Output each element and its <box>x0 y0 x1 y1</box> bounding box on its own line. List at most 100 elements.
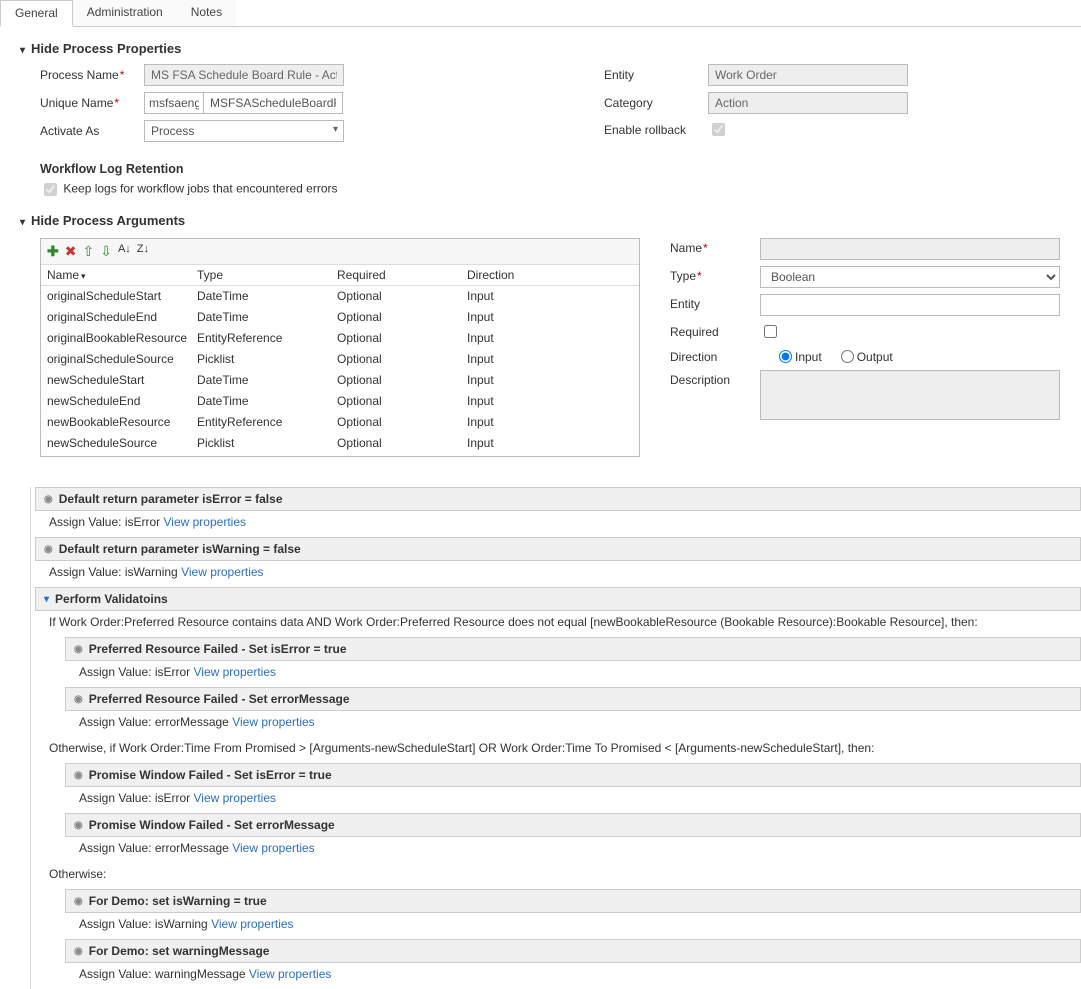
direction-input-radio[interactable] <box>779 350 792 363</box>
step-3a-detail: Assign Value: isError View properties <box>65 661 1081 687</box>
cell-required: Optional <box>337 373 467 387</box>
detail-name-label: Name* <box>670 238 760 255</box>
cell-name: originalScheduleSource <box>47 352 197 366</box>
view-properties-link[interactable]: View properties <box>211 917 294 931</box>
tab-notes[interactable]: Notes <box>177 0 236 26</box>
step-3-condition: If Work Order:Preferred Resource contain… <box>35 611 1081 637</box>
toggle-process-properties[interactable]: Hide Process Properties <box>20 41 1081 56</box>
table-row[interactable]: newBookableResourceEntityReferenceOption… <box>41 412 639 433</box>
argument-detail-panel: Name* Type* Boolean Entity Required Dire… <box>670 238 1081 426</box>
cell-direction: Input <box>467 373 587 387</box>
keep-logs-label: Keep logs for workflow jobs that encount… <box>63 182 337 196</box>
cell-direction: Input <box>467 289 587 303</box>
table-row[interactable]: newScheduleSourcePicklistOptionalInput <box>41 433 639 454</box>
tab-general[interactable]: General <box>0 0 73 27</box>
label-category: Category <box>604 96 708 110</box>
step-3d-header[interactable]: ◉Promise Window Failed - Set errorMessag… <box>65 813 1081 837</box>
cell-type: DateTime <box>197 373 337 387</box>
keep-logs-checkbox[interactable] <box>44 183 57 196</box>
step-2-header[interactable]: ◉Default return parameter isWarning = fa… <box>35 537 1081 561</box>
step-3c-detail: Assign Value: isError View properties <box>65 787 1081 813</box>
direction-output-label: Output <box>857 347 893 364</box>
step-3a-header[interactable]: ◉Preferred Resource Failed - Set isError… <box>65 637 1081 661</box>
col-required[interactable]: Required <box>337 268 467 282</box>
step-1-header[interactable]: ◉Default return parameter isError = fals… <box>35 487 1081 511</box>
add-icon[interactable]: ✚ <box>47 243 59 260</box>
bullet-icon: ◉ <box>74 770 83 781</box>
step-3-header[interactable]: ▾Perform Validatoins <box>35 587 1081 611</box>
table-row[interactable]: originalBookableResourceEntityReferenceO… <box>41 328 639 349</box>
table-row[interactable]: newScheduleEndDateTimeOptionalInput <box>41 391 639 412</box>
sort-desc-icon[interactable]: Z↓ <box>137 243 149 260</box>
view-properties-link[interactable]: View properties <box>232 715 315 729</box>
enable-rollback-checkbox[interactable] <box>712 123 725 136</box>
move-up-icon[interactable]: ⇧ <box>82 243 94 260</box>
cell-name: newScheduleStart <box>47 373 197 387</box>
label-enable-rollback: Enable rollback <box>604 123 708 137</box>
cell-direction: Input <box>467 436 587 450</box>
step-1-detail: Assign Value: isError View properties <box>35 511 1081 537</box>
process-name-input[interactable] <box>144 64 344 86</box>
view-properties-link[interactable]: View properties <box>232 841 315 855</box>
cell-direction: Input <box>467 415 587 429</box>
cell-direction: Input <box>467 310 587 324</box>
workflow-log-heading: Workflow Log Retention <box>40 162 1081 176</box>
view-properties-link[interactable]: View properties <box>194 791 277 805</box>
cell-type: DateTime <box>197 289 337 303</box>
cell-direction: Input <box>467 394 587 408</box>
bullet-icon: ◉ <box>74 644 83 655</box>
label-activate-as: Activate As <box>40 124 144 138</box>
activate-as-select[interactable]: Process <box>144 120 344 142</box>
delete-icon[interactable]: ✖ <box>65 243 77 260</box>
detail-type-label: Type* <box>670 266 760 283</box>
bullet-icon: ◉ <box>44 494 53 505</box>
toggle-process-arguments[interactable]: Hide Process Arguments <box>20 213 1081 228</box>
col-name[interactable]: Name▾ <box>47 268 197 282</box>
category-input <box>708 92 908 114</box>
arguments-toolbar: ✚ ✖ ⇧ ⇩ A↓ Z↓ <box>41 239 639 265</box>
step-3d-detail: Assign Value: errorMessage View properti… <box>65 837 1081 863</box>
detail-entity-input[interactable] <box>760 294 1060 316</box>
table-row[interactable]: originalScheduleStartDateTimeOptionalInp… <box>41 286 639 307</box>
detail-type-select[interactable]: Boolean <box>760 266 1060 288</box>
table-row[interactable]: isCreateBooleanOptionalInput <box>41 454 639 456</box>
cell-required: Optional <box>337 331 467 345</box>
detail-entity-label: Entity <box>670 294 760 311</box>
tab-administration[interactable]: Administration <box>73 0 177 26</box>
step-2-detail: Assign Value: isWarning View properties <box>35 561 1081 587</box>
unique-name-input[interactable] <box>203 92 343 114</box>
step-3b-header[interactable]: ◉Preferred Resource Failed - Set errorMe… <box>65 687 1081 711</box>
step-3f-detail: Assign Value: warningMessage View proper… <box>65 963 1081 989</box>
step-3f-header[interactable]: ◉For Demo: set warningMessage <box>65 939 1081 963</box>
direction-output-radio[interactable] <box>841 350 854 363</box>
step-3c-header[interactable]: ◉Promise Window Failed - Set isError = t… <box>65 763 1081 787</box>
unique-name-prefix[interactable] <box>144 92 204 114</box>
direction-input-label: Input <box>795 347 822 364</box>
cell-required: Optional <box>337 394 467 408</box>
cell-required: Optional <box>337 352 467 366</box>
view-properties-link[interactable]: View properties <box>194 665 277 679</box>
step-3b-detail: Assign Value: errorMessage View properti… <box>65 711 1081 737</box>
table-row[interactable]: originalScheduleSourcePicklistOptionalIn… <box>41 349 639 370</box>
workflow-steps: ◉Default return parameter isError = fals… <box>30 487 1081 989</box>
bullet-icon: ◉ <box>44 544 53 555</box>
table-row[interactable]: newScheduleStartDateTimeOptionalInput <box>41 370 639 391</box>
col-type[interactable]: Type <box>197 268 337 282</box>
cell-type: DateTime <box>197 310 337 324</box>
col-direction[interactable]: Direction <box>467 268 587 282</box>
table-row[interactable]: originalScheduleEndDateTimeOptionalInput <box>41 307 639 328</box>
step-3e-header[interactable]: ◉For Demo: set isWarning = true <box>65 889 1081 913</box>
bullet-icon: ◉ <box>74 896 83 907</box>
detail-required-checkbox[interactable] <box>764 325 777 338</box>
sort-asc-icon[interactable]: A↓ <box>118 243 131 260</box>
detail-name-input[interactable] <box>760 238 1060 260</box>
detail-required-label: Required <box>670 322 760 339</box>
detail-description-textarea[interactable] <box>760 370 1060 420</box>
view-properties-link[interactable]: View properties <box>249 967 332 981</box>
move-down-icon[interactable]: ⇩ <box>100 243 112 260</box>
view-properties-link[interactable]: View properties <box>181 565 264 579</box>
step-3-else1: Otherwise, if Work Order:Time From Promi… <box>35 737 1081 763</box>
tab-strip: General Administration Notes <box>0 0 1081 27</box>
view-properties-link[interactable]: View properties <box>164 515 247 529</box>
arguments-grid: ✚ ✖ ⇧ ⇩ A↓ Z↓ Name▾ Type Required Direct… <box>40 238 640 457</box>
